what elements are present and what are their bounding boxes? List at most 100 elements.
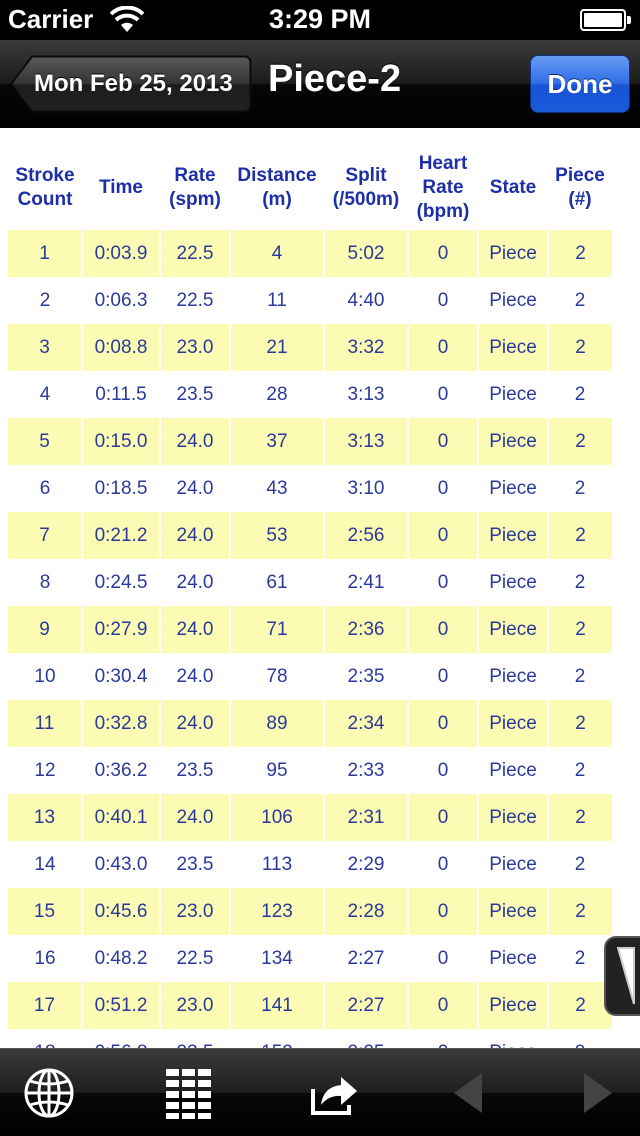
table-row: 6 0:18.5 24.0 43 3:10 0 Piece 2 (8, 465, 612, 512)
column-header: Stroke Count (8, 146, 82, 230)
table-row: 3 0:08.8 23.0 21 3:32 0 Piece 2 (8, 324, 612, 371)
table-row: 15 0:45.6 23.0 123 2:28 0 Piece 2 (8, 888, 612, 935)
table-cell: Piece (477, 606, 548, 653)
table-cell: 2 (548, 1029, 612, 1049)
table-cell: 9 (8, 606, 82, 653)
table-cell: 0:30.4 (94, 665, 148, 687)
column-header-line: Split (345, 165, 387, 186)
table-cell: 2 (574, 759, 586, 781)
table-cell: 0 (437, 665, 449, 687)
table-cell: 0:11.5 (95, 383, 147, 405)
previous-icon[interactable] (440, 1063, 500, 1123)
table-row: 14 0:43.0 23.5 113 2:29 0 Piece 2 (8, 841, 612, 888)
table-cell: 0:24.5 (94, 571, 148, 593)
table-cell: Piece (489, 477, 537, 499)
table-cell: 0 (437, 571, 449, 593)
table-cell: 0 (407, 982, 478, 1029)
table-cell: 22.5 (159, 230, 230, 277)
table-cell: 2 (574, 947, 586, 969)
table-cell: 43 (266, 477, 288, 499)
table-cell: Piece (489, 947, 537, 969)
table-cell: 7 (8, 512, 82, 559)
table-cell: 15 (8, 888, 82, 935)
side-handle[interactable] (604, 936, 640, 1016)
column-header-line: Rate (422, 177, 464, 198)
column-header-line: Piece (555, 165, 605, 186)
column-header: Time (82, 146, 160, 230)
table-cell: 0:08.8 (81, 324, 160, 371)
column-header: Distance (m) (230, 146, 324, 230)
table-cell: 24.0 (159, 418, 230, 465)
table-cell: 4 (229, 230, 324, 277)
column-header: State (478, 146, 548, 230)
table-cell: 0 (407, 512, 478, 559)
back-button-label: Mon Feb 25, 2013 (34, 70, 233, 97)
table-cell: 0 (437, 383, 449, 405)
column-header-line: Time (98, 177, 143, 198)
table-row: 13 0:40.1 24.0 106 2:31 0 Piece 2 (8, 794, 612, 841)
table-row: 9 0:27.9 24.0 71 2:36 0 Piece 2 (8, 606, 612, 653)
table-cell: 0:45.6 (81, 888, 160, 935)
next-icon[interactable] (566, 1063, 626, 1123)
table-cell: 0 (437, 477, 449, 499)
table-cell: Piece (477, 700, 548, 747)
back-button[interactable]: Mon Feb 25, 2013 (10, 55, 252, 113)
share-icon[interactable] (303, 1063, 363, 1123)
table-cell: 2 (574, 665, 586, 687)
table-cell: Piece (477, 324, 548, 371)
table-cell: 0:06.3 (94, 289, 148, 311)
table-cell: 134 (261, 947, 293, 969)
side-handle-icon (616, 947, 635, 1005)
table-cell: 53 (229, 512, 324, 559)
table-cell: Piece (477, 982, 548, 1029)
table-cell: 16 (34, 947, 56, 969)
table-cell: 2 (574, 853, 586, 875)
table-cell: 2 (547, 888, 612, 935)
table-cell: 8 (39, 571, 51, 593)
table-cell: Piece (477, 794, 548, 841)
table-cell: 13 (8, 794, 82, 841)
battery-icon (580, 9, 631, 31)
table-cell: 3:32 (323, 324, 408, 371)
column-header-line: State (489, 177, 537, 198)
table-cell: 21 (229, 324, 324, 371)
navigation-bar: Mon Feb 25, 2013 Piece-2 Done (0, 40, 640, 128)
table-cell: 0:56.8 (82, 1029, 160, 1049)
table-cell: 24.0 (176, 477, 214, 499)
page-title: Piece-2 (268, 58, 402, 100)
column-header: Heart Rate (bpm) (408, 146, 478, 230)
table-cell: 24.0 (176, 571, 214, 593)
table-cell: 2:27 (323, 982, 408, 1029)
table-cell: 123 (229, 888, 324, 935)
table-cell: 2:35 (347, 665, 385, 687)
column-header-line: Stroke (15, 165, 75, 186)
table-cell: 2 (547, 794, 612, 841)
table-row: 8 0:24.5 24.0 61 2:41 0 Piece 2 (8, 559, 612, 606)
table-cell: 0:40.1 (81, 794, 160, 841)
table-cell: 23.5 (160, 1029, 230, 1049)
table-row: 5 0:15.0 24.0 37 3:13 0 Piece 2 (8, 418, 612, 465)
table-cell: 24.0 (159, 606, 230, 653)
table-cell: 37 (229, 418, 324, 465)
table-cell: 0:15.0 (81, 418, 160, 465)
grid-icon[interactable] (158, 1063, 218, 1123)
column-header-line: (bpm) (416, 201, 470, 222)
table-cell: 2 (547, 700, 612, 747)
table-row: 180:56.823.51522:250Piece2 (8, 1029, 612, 1049)
stroke-table-scroll[interactable]: Stroke Count Time Rate (spm) Distance (m) Split… (0, 128, 640, 1048)
bottom-toolbar (0, 1048, 640, 1136)
column-header-line: (#) (568, 189, 592, 210)
table-cell: 0 (407, 606, 478, 653)
table-cell: Piece (489, 571, 537, 593)
globe-icon[interactable] (19, 1063, 79, 1123)
table-cell: 12 (34, 759, 56, 781)
table-row: 4 0:11.5 23.5 28 3:13 0 Piece 2 (8, 371, 612, 418)
table-row: 12 0:36.2 23.5 95 2:33 0 Piece 2 (8, 747, 612, 794)
table-cell: 22.5 (176, 947, 214, 969)
table-cell: 0:32.8 (81, 700, 160, 747)
table-cell: Piece (477, 230, 548, 277)
done-button[interactable]: Done (530, 55, 630, 113)
table-row: 7 0:21.2 24.0 53 2:56 0 Piece 2 (8, 512, 612, 559)
table-cell: 2 (547, 606, 612, 653)
table-cell: 0 (407, 230, 478, 277)
